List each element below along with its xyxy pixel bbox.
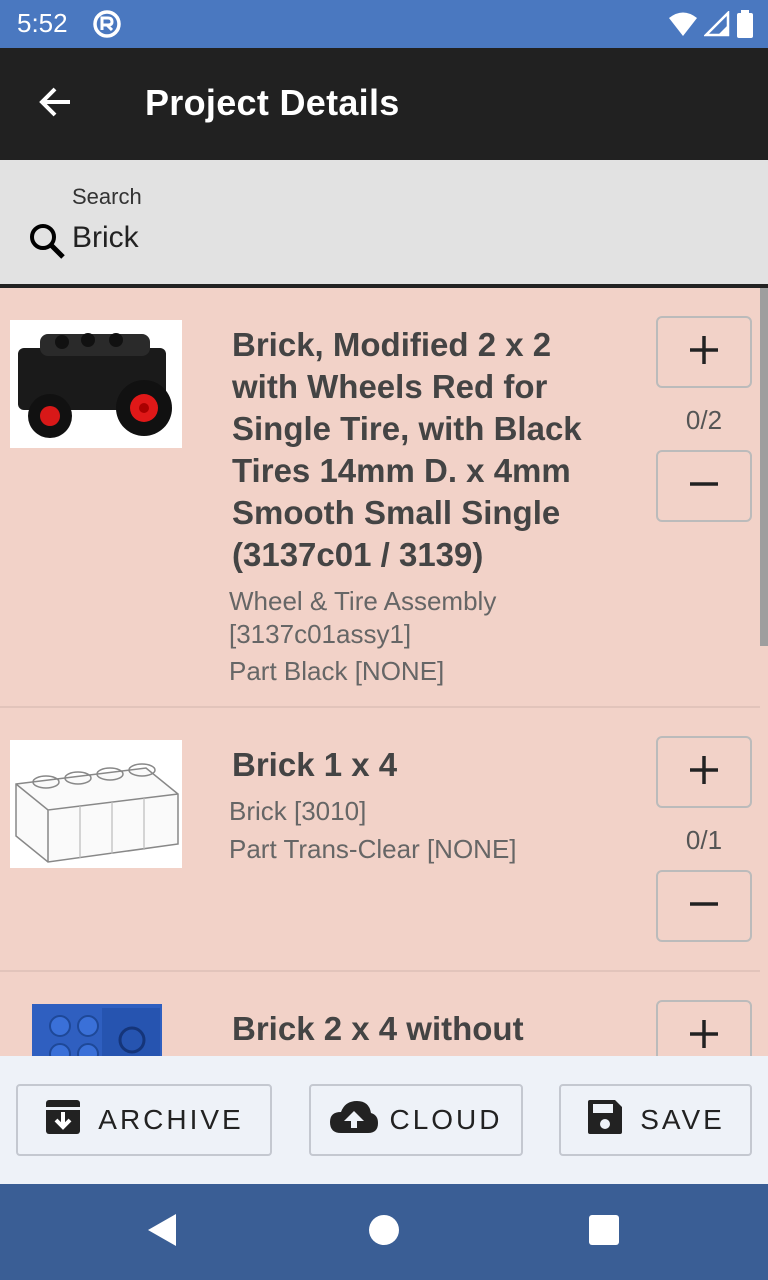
arrow-back-icon	[38, 84, 74, 124]
status-time: 5:52	[17, 8, 68, 38]
quantity-count: 0/2	[685, 405, 723, 435]
save-button[interactable]: SAVE	[559, 1084, 752, 1156]
archive-button[interactable]: ARCHIVE	[16, 1084, 272, 1156]
nav-recents-button[interactable]	[574, 1202, 634, 1262]
save-icon	[586, 1098, 624, 1143]
status-bar: 5:52	[0, 0, 768, 48]
battery-icon	[736, 10, 754, 42]
part-category: Wheel & Tire Assembly [3137c01assy1]	[229, 586, 497, 649]
part-title: Brick, Modified 2 x 2 with Wheels Red fo…	[232, 326, 582, 573]
page-title: Project Details	[145, 82, 400, 123]
cloud-label: CLOUD	[389, 1104, 503, 1135]
nav-back-button[interactable]	[132, 1202, 192, 1262]
part-color: Part Black [NONE]	[229, 656, 445, 686]
search-bar: Search	[0, 160, 768, 288]
action-bar: ARCHIVE CLOUD SAVE	[0, 1056, 768, 1184]
search-input[interactable]	[72, 218, 732, 258]
nav-home-button[interactable]	[354, 1202, 414, 1262]
search-label: Search	[72, 184, 142, 209]
increment-button[interactable]	[656, 736, 752, 808]
scrollbar[interactable]	[760, 288, 768, 646]
quantity-count: 0/1	[685, 825, 723, 855]
minus-icon	[688, 888, 720, 924]
part-image	[10, 740, 182, 868]
increment-button[interactable]	[656, 1000, 752, 1056]
part-image	[10, 320, 182, 448]
system-nav-bar	[0, 1184, 768, 1280]
decrement-button[interactable]	[656, 870, 752, 942]
app-bar: Project Details	[0, 48, 768, 160]
increment-button[interactable]	[656, 316, 752, 388]
plus-icon	[688, 334, 720, 370]
triangle-back-icon	[146, 1213, 178, 1251]
part-image	[10, 1004, 182, 1056]
wifi-icon	[668, 11, 698, 41]
minus-icon	[688, 468, 720, 504]
signal-icon	[702, 9, 730, 41]
part-title: Brick 2 x 4 without	[232, 1010, 524, 1047]
list-item[interactable]: Brick 2 x 4 without	[0, 972, 760, 1056]
search-icon	[28, 222, 66, 264]
archive-icon	[44, 1098, 82, 1143]
decrement-button[interactable]	[656, 450, 752, 522]
part-title: Brick 1 x 4	[232, 746, 398, 783]
list-item[interactable]: Brick 1 x 4 Brick [3010] Part Trans-Clea…	[0, 708, 760, 972]
parts-list[interactable]: Brick, Modified 2 x 2 with Wheels Red fo…	[0, 288, 768, 1056]
cloud-button[interactable]: CLOUD	[309, 1084, 523, 1156]
square-recents-icon	[589, 1215, 619, 1249]
plus-icon	[688, 754, 720, 790]
back-button[interactable]	[26, 74, 86, 134]
part-color: Part Trans-Clear [NONE]	[229, 834, 517, 864]
plus-icon	[688, 1018, 720, 1054]
circle-home-icon	[368, 1214, 400, 1250]
app-notification-icon	[92, 9, 122, 43]
archive-label: ARCHIVE	[98, 1104, 244, 1135]
cloud-upload-icon	[329, 1100, 379, 1141]
list-item[interactable]: Brick, Modified 2 x 2 with Wheels Red fo…	[0, 288, 760, 708]
save-label: SAVE	[640, 1104, 725, 1135]
part-category: Brick [3010]	[229, 796, 367, 826]
